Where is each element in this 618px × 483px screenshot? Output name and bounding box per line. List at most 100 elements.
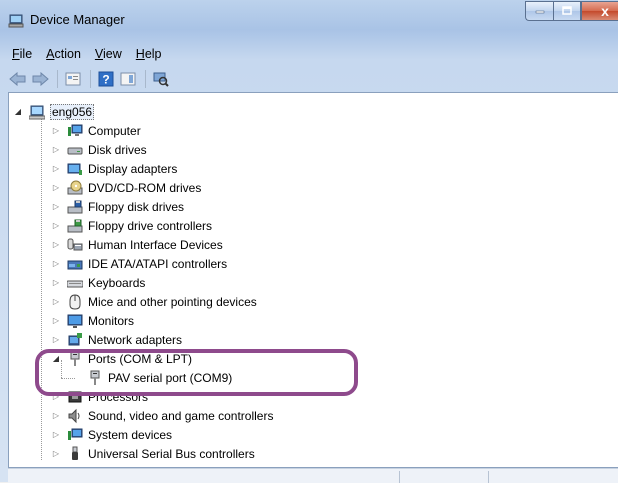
- view-button[interactable]: [118, 70, 138, 88]
- mouse-icon: [69, 293, 81, 310]
- toolbar-separator: [57, 70, 58, 88]
- menu-bar: File Action View Help: [8, 44, 618, 64]
- display-adapter-icon: [67, 163, 82, 175]
- tree-item[interactable]: ▷ Sound, video and game controllers: [51, 406, 273, 425]
- tree-item[interactable]: ▷ DVD/CD-ROM drives: [51, 178, 201, 197]
- window-controls: x: [525, 1, 618, 23]
- help-icon: ?: [98, 71, 114, 87]
- collapse-arrow-icon[interactable]: ◢: [13, 107, 23, 117]
- expand-arrow-icon[interactable]: ▷: [51, 316, 61, 326]
- computer-root-icon: [29, 105, 45, 119]
- tree-item[interactable]: ▷ IDE ATA/ATAPI controllers: [51, 254, 227, 273]
- properties-button[interactable]: [63, 70, 83, 88]
- tree-item[interactable]: ▷ Floppy disk drives: [51, 197, 184, 216]
- back-icon: [9, 72, 26, 86]
- expand-arrow-icon[interactable]: ▷: [51, 221, 61, 231]
- device-category-label: Network adapters: [88, 332, 183, 347]
- forward-button[interactable]: [30, 70, 50, 88]
- maximize-icon: [562, 6, 572, 15]
- properties-icon: [65, 72, 81, 86]
- device-category-label: System devices: [88, 427, 173, 442]
- expand-arrow-icon[interactable]: ▷: [51, 278, 61, 288]
- device-category-label: Sound, video and game controllers: [88, 408, 274, 423]
- tree-root[interactable]: ◢ eng056: [13, 102, 95, 121]
- device-category-label: Universal Serial Bus controllers: [88, 446, 255, 461]
- expand-arrow-icon[interactable]: ▷: [51, 240, 61, 250]
- toolbar-separator: [145, 70, 146, 88]
- tree-item[interactable]: ▷ Monitors: [51, 311, 134, 330]
- device-category-label: Floppy drive controllers: [88, 218, 213, 233]
- status-bar: [8, 468, 618, 483]
- floppy-controller-icon: [67, 219, 83, 232]
- device-category-label: DVD/CD-ROM drives: [88, 180, 202, 195]
- svg-text:?: ?: [102, 73, 109, 87]
- help-button[interactable]: ?: [96, 70, 116, 88]
- hid-icon: [67, 238, 83, 250]
- minimize-icon: [535, 10, 544, 14]
- tree-item[interactable]: ▷ Network adapters: [51, 330, 182, 349]
- tree-connector: [41, 116, 42, 460]
- expand-arrow-icon[interactable]: ▷: [51, 126, 61, 136]
- expand-arrow-icon[interactable]: ▷: [51, 297, 61, 307]
- device-category-label: Disk drives: [88, 142, 147, 157]
- tree-item[interactable]: ▷ Display adapters: [51, 159, 177, 178]
- device-manager-icon: [8, 14, 24, 28]
- scan-hardware-button[interactable]: [151, 70, 171, 88]
- floppy-disk-icon: [67, 200, 83, 213]
- close-button[interactable]: x: [581, 1, 618, 21]
- device-manager-window: Device Manager x File Action View Help ?…: [0, 0, 618, 483]
- system-device-icon: [68, 428, 83, 440]
- expand-arrow-icon[interactable]: ▷: [51, 430, 61, 440]
- expand-arrow-icon[interactable]: ▷: [51, 449, 61, 459]
- menu-help[interactable]: Help: [136, 47, 162, 61]
- root-label: eng056: [50, 103, 95, 120]
- device-category-label: Floppy disk drives: [88, 199, 185, 214]
- expand-arrow-icon[interactable]: ▷: [51, 411, 61, 421]
- sound-icon: [68, 408, 80, 423]
- forward-icon: [32, 72, 49, 86]
- menu-action[interactable]: Action: [46, 47, 81, 61]
- device-category-label: IDE ATA/ATAPI controllers: [88, 256, 228, 271]
- computer-icon: [68, 124, 83, 136]
- scan-hardware-icon: [153, 72, 169, 87]
- tree-item[interactable]: ▷ Universal Serial Bus controllers: [51, 444, 255, 463]
- tree-item[interactable]: ▷ Mice and other pointing devices: [51, 292, 257, 311]
- back-button[interactable]: [8, 70, 28, 88]
- monitor-icon: [67, 314, 83, 328]
- menu-view[interactable]: View: [95, 47, 122, 61]
- expand-arrow-icon[interactable]: ▷: [51, 164, 61, 174]
- device-category-label: Human Interface Devices: [88, 237, 223, 252]
- close-icon: x: [601, 3, 609, 19]
- expand-arrow-icon[interactable]: ▷: [51, 335, 61, 345]
- expand-arrow-icon[interactable]: ▷: [51, 183, 61, 193]
- device-category-label: Computer: [88, 123, 141, 138]
- tree-item[interactable]: ▷ System devices: [51, 425, 172, 444]
- menu-file[interactable]: File: [12, 47, 32, 61]
- title-bar[interactable]: Device Manager x: [0, 0, 618, 40]
- expand-arrow-icon[interactable]: ▷: [51, 145, 61, 155]
- usb-icon: [72, 446, 78, 460]
- device-category-label: Monitors: [88, 313, 135, 328]
- expand-arrow-icon[interactable]: ▷: [51, 202, 61, 212]
- dvd-drive-icon: [67, 180, 83, 194]
- tree-item[interactable]: ▷ Human Interface Devices: [51, 235, 223, 254]
- tree-item[interactable]: ▷ Floppy drive controllers: [51, 216, 212, 235]
- device-category-label: Mice and other pointing devices: [88, 294, 257, 309]
- tree-item[interactable]: ▷ Disk drives: [51, 140, 147, 159]
- device-tree[interactable]: ◢ eng056 ▷ Computer ▷ Disk drives ▷ Display ada…: [8, 92, 618, 468]
- keyboard-icon: [67, 280, 83, 287]
- device-category-label: Keyboards: [88, 275, 146, 290]
- toolbar-separator: [90, 70, 91, 88]
- status-divider: [399, 471, 400, 483]
- window-title: Device Manager: [30, 12, 125, 27]
- minimize-button[interactable]: [525, 1, 553, 21]
- disk-drive-icon: [67, 147, 83, 154]
- toolbar: ?: [8, 68, 618, 90]
- view-icon: [120, 72, 136, 86]
- highlight-annotation: [35, 349, 358, 396]
- tree-item[interactable]: ▷ Computer: [51, 121, 141, 140]
- tree-item[interactable]: ▷ Keyboards: [51, 273, 145, 292]
- expand-arrow-icon[interactable]: ▷: [51, 259, 61, 269]
- maximize-button[interactable]: [553, 1, 581, 21]
- ide-controller-icon: [67, 260, 83, 269]
